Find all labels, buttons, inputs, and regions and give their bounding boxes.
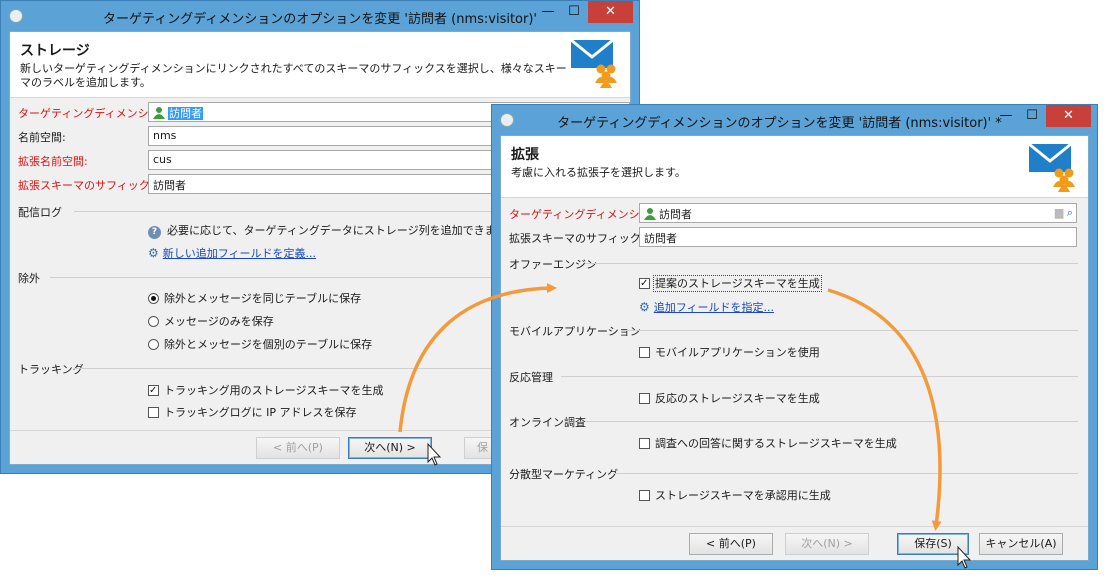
- offer-storage-option-label: 提案のストレージスキーマを生成: [653, 275, 822, 292]
- front-prev-button[interactable]: < 前へ(P): [689, 533, 773, 555]
- folder-icon[interactable]: ▆: [1055, 206, 1063, 219]
- front-header-title: 拡張: [511, 147, 539, 163]
- gear-icon: ⚙: [148, 246, 159, 260]
- gear-icon: ⚙: [639, 300, 650, 314]
- distributed-marketing-section-title: 分散型マーケティング: [509, 468, 619, 481]
- back-prev-button[interactable]: < 前へ(P): [256, 437, 340, 459]
- extension-suffix-label: 拡張スキーマのサフィックス:: [509, 232, 656, 245]
- section-divider: [561, 376, 1078, 377]
- extension-namespace-label: 拡張名前空間:: [18, 155, 88, 168]
- back-header-title: ストレージ: [20, 43, 90, 59]
- exclusion-option-messages-only[interactable]: メッセージのみを保存: [148, 314, 274, 330]
- extension-suffix-label: 拡張スキーマのサフィックス:: [18, 179, 165, 192]
- person-icon: [644, 208, 656, 220]
- exclusion-option-label: 除外とメッセージを同じテーブルに保存: [164, 292, 362, 305]
- delivery-log-help: ? 必要に応じて、ターゲティングデータにストレージ列を追加できます。: [148, 223, 516, 239]
- front-save-button[interactable]: 保存(S): [897, 533, 969, 555]
- envelope-people-icon: [570, 38, 617, 88]
- checkbox[interactable]: [639, 393, 650, 404]
- namespace-label: 名前空間:: [18, 131, 66, 144]
- front-dialog-footer: < 前へ(P) 次へ(N) > 保存(S) キャンセル(A): [501, 526, 1088, 560]
- targeting-dimension-value: 訪問者: [659, 208, 692, 221]
- tracking-section-title: トラッキング: [18, 363, 84, 376]
- delivery-log-help-text: 必要に応じて、ターゲティングデータにストレージ列を追加できます。: [167, 224, 517, 237]
- exclusion-option-separate-tables[interactable]: 除外とメッセージを個別のテーブルに保存: [148, 337, 372, 353]
- mobile-app-option-label: モバイルアプリケーションを使用: [655, 346, 820, 359]
- tracking-option-label: トラッキングログに IP アドレスを保存: [164, 406, 357, 419]
- tracking-option-label: トラッキング用のストレージスキーマを生成: [164, 384, 384, 397]
- maximize-button[interactable]: ☐: [561, 3, 587, 23]
- section-divider: [585, 421, 1078, 422]
- survey-option[interactable]: 調査への回答に関するストレージスキーマを生成: [639, 436, 897, 452]
- back-dialog-header: ストレージ 新しいターゲティングディメンションにリンクされたすべてのスキーマのサ…: [10, 32, 630, 98]
- distributed-marketing-option[interactable]: ストレージスキーマを承認用に生成: [639, 488, 831, 504]
- front-title-bar: ターゲティングディメンションのオプションを変更 '訪問者 (nms:visito…: [492, 105, 1097, 135]
- checkbox[interactable]: [639, 276, 650, 292]
- tracking-option-storage-schema[interactable]: トラッキング用のストレージスキーマを生成: [148, 383, 383, 399]
- person-icon: [153, 107, 165, 119]
- response-section-title: 反応管理: [509, 371, 553, 384]
- radio-button[interactable]: [148, 316, 159, 327]
- mobile-app-option[interactable]: モバイルアプリケーションを使用: [639, 345, 820, 361]
- checkbox[interactable]: [639, 347, 650, 358]
- front-cancel-button[interactable]: キャンセル(A): [979, 533, 1063, 555]
- checkbox[interactable]: [148, 383, 159, 399]
- tracking-option-store-ip[interactable]: トラッキングログに IP アドレスを保存: [148, 405, 357, 421]
- delivery-log-section-title: 配信ログ: [18, 206, 62, 219]
- checkbox[interactable]: [148, 407, 159, 418]
- minimize-button[interactable]: —: [535, 3, 561, 23]
- radio-button[interactable]: [148, 339, 159, 350]
- specify-additional-fields-link-text: 追加フィールドを指定...: [653, 301, 775, 314]
- field-action-icons: ▆ ⌕: [1055, 206, 1073, 220]
- define-additional-fields-link[interactable]: ⚙ 新しい追加フィールドを定義...: [148, 245, 316, 261]
- front-dialog-window: ターゲティングディメンションのオプションを変更 '訪問者 (nms:visito…: [491, 104, 1098, 570]
- maximize-button[interactable]: ☐: [1019, 107, 1045, 127]
- section-divider: [621, 330, 1078, 331]
- offer-engine-section-title: オファーエンジン: [509, 258, 597, 271]
- close-button[interactable]: ✕: [1046, 105, 1091, 127]
- minimize-button[interactable]: —: [993, 107, 1019, 127]
- extension-suffix-field[interactable]: 訪問者: [639, 227, 1077, 247]
- section-divider: [585, 263, 1078, 264]
- section-divider: [613, 473, 1078, 474]
- front-header-description: 考慮に入れる拡張子を選択します。: [511, 166, 686, 179]
- survey-option-label: 調査への回答に関するストレージスキーマを生成: [655, 437, 897, 450]
- specify-additional-fields-link[interactable]: ⚙ 追加フィールドを指定...: [639, 299, 774, 315]
- checkbox[interactable]: [639, 490, 650, 501]
- response-option[interactable]: 反応のストレージスキーマを生成: [639, 391, 820, 407]
- online-survey-section-title: オンライン調査: [509, 416, 586, 429]
- exclusion-option-same-table[interactable]: 除外とメッセージを同じテーブルに保存: [148, 291, 361, 307]
- exclusion-option-label: 除外とメッセージを個別のテーブルに保存: [164, 338, 373, 351]
- front-dialog-header: 拡張 考慮に入れる拡張子を選択します。: [501, 136, 1088, 198]
- help-icon: ?: [148, 226, 161, 239]
- envelope-people-icon: [1028, 142, 1075, 192]
- checkbox[interactable]: [639, 438, 650, 449]
- front-dialog-body: 拡張 考慮に入れる拡張子を選択します。 ターゲティングディメンション: 訪問者 …: [500, 135, 1089, 561]
- front-next-button[interactable]: 次へ(N) >: [785, 533, 869, 555]
- close-button[interactable]: ✕: [588, 1, 633, 23]
- offer-storage-option[interactable]: 提案のストレージスキーマを生成: [639, 275, 822, 292]
- mobile-app-section-title: モバイルアプリケーション: [509, 325, 641, 338]
- search-icon[interactable]: ⌕: [1067, 206, 1073, 219]
- distributed-marketing-option-label: ストレージスキーマを承認用に生成: [655, 489, 831, 502]
- targeting-dimension-value: 訪問者: [168, 107, 203, 120]
- radio-button[interactable]: [148, 293, 159, 304]
- exclusion-option-label: メッセージのみを保存: [164, 315, 274, 328]
- exclusion-section-title: 除外: [18, 272, 40, 285]
- response-option-label: 反応のストレージスキーマを生成: [655, 392, 820, 405]
- back-header-description: 新しいターゲティングディメンションにリンクされたすべてのスキーマのサフィックスを…: [20, 62, 567, 89]
- back-title-bar: ターゲティングディメンションのオプションを変更 '訪問者 (nms:visito…: [1, 1, 639, 31]
- targeting-dimension-field[interactable]: 訪問者 ▆ ⌕: [639, 203, 1077, 223]
- back-next-button[interactable]: 次へ(N) >: [348, 437, 432, 459]
- define-additional-fields-link-text: 新しい追加フィールドを定義...: [162, 247, 317, 260]
